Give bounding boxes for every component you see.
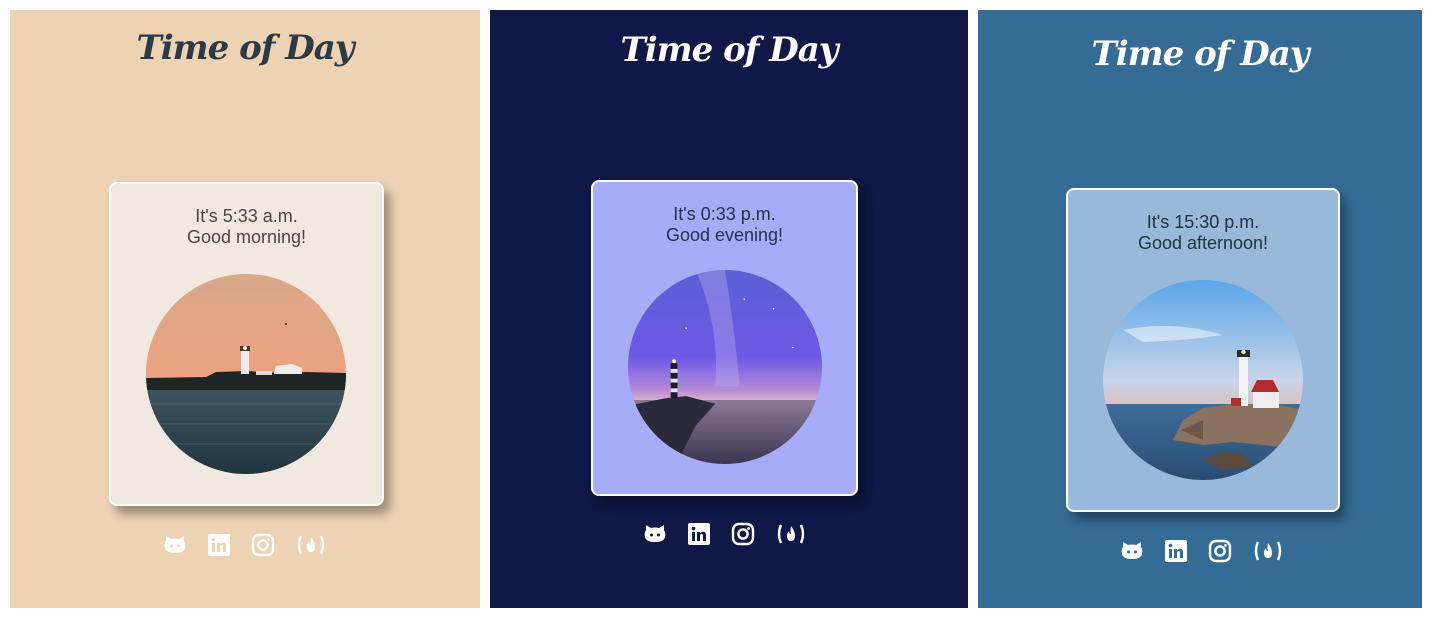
instagram-icon[interactable] [731,522,755,546]
social-links [643,522,807,546]
time-text: It's 5:33 a.m. [195,206,298,226]
time-message: It's 15:30 p.m. Good afternoon! [1068,212,1338,254]
linkedin-icon[interactable] [687,522,711,546]
github-icon[interactable] [163,533,187,557]
afternoon-panel: Time of Day It's 15:30 p.m. Good afterno… [978,10,1422,608]
page-title: Time of Day [136,28,354,68]
time-message: It's 5:33 a.m. Good morning! [111,206,382,248]
github-icon[interactable] [1120,539,1144,563]
time-card: It's 5:33 a.m. Good morning! [109,182,384,506]
greeting-text: Good evening! [665,225,784,245]
freecodecamp-icon[interactable] [775,522,807,546]
time-message: It's 0:33 p.m. Good evening! [593,204,856,246]
page-title: Time of Day [620,30,838,70]
lighthouse-afternoon-photo [1103,280,1303,480]
linkedin-icon[interactable] [1164,539,1188,563]
time-text: It's 15:30 p.m. [1146,212,1260,232]
freecodecamp-icon[interactable] [1252,539,1284,563]
time-card: It's 0:33 p.m. Good evening! [591,180,858,496]
time-card: It's 15:30 p.m. Good afternoon! [1066,188,1340,512]
github-icon[interactable] [643,522,667,546]
time-text: It's 0:33 p.m. [673,204,776,224]
instagram-icon[interactable] [1208,539,1232,563]
linkedin-icon[interactable] [207,533,231,557]
morning-panel: Time of Day It's 5:33 a.m. Good morning! [10,10,480,608]
freecodecamp-icon[interactable] [295,533,327,557]
greeting-text: Good afternoon! [1137,233,1269,253]
evening-panel: Time of Day It's 0:33 p.m. Good evening! [490,10,968,608]
page-title: Time of Day [1091,34,1309,74]
lighthouse-night-photo [628,270,822,464]
instagram-icon[interactable] [251,533,275,557]
lighthouse-dawn-photo [146,274,346,474]
greeting-text: Good morning! [186,227,307,247]
social-links [163,533,327,557]
social-links [1120,539,1284,563]
